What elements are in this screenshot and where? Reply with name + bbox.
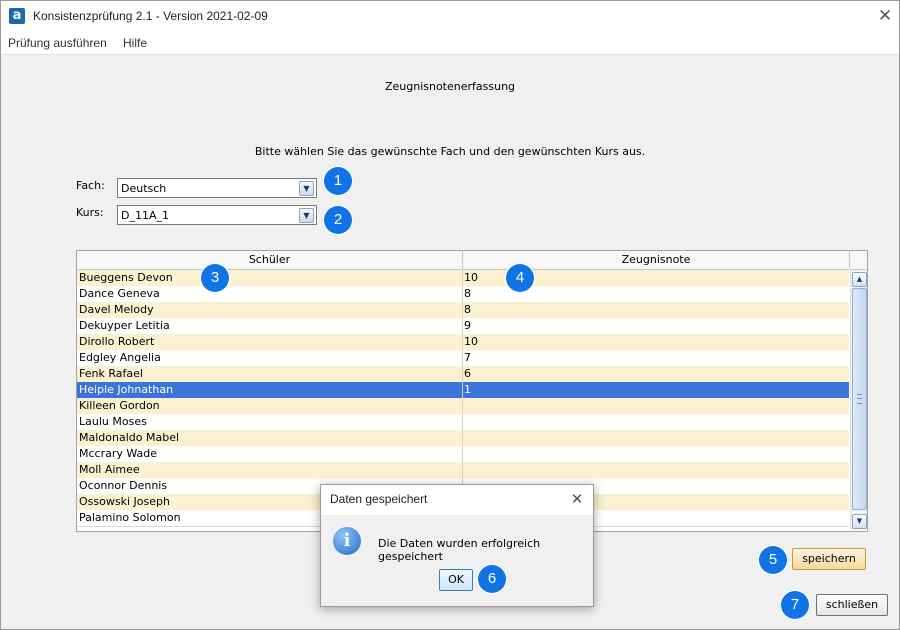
vertical-scrollbar[interactable]: ▲ ▼ <box>850 270 867 530</box>
menu-bar: Prüfung ausführen Hilfe <box>1 32 899 55</box>
save-button[interactable]: speichern <box>792 548 866 570</box>
table-row[interactable]: Bueggens Devon 10 <box>77 270 849 287</box>
table-row[interactable]: Fenk Rafael 6 <box>77 366 849 383</box>
student-name: Maldonaldo Mabel <box>79 431 180 444</box>
scroll-down-icon[interactable]: ▼ <box>852 514 867 529</box>
student-name: Palamino Solomon <box>79 511 181 524</box>
menu-pruefung-ausfuehren[interactable]: Prüfung ausführen <box>8 36 107 50</box>
student-name: Dekuyper Letitia <box>79 319 170 332</box>
grade-cell[interactable]: 10 <box>464 271 478 284</box>
dialog-close-icon[interactable]: ✕ <box>567 489 587 509</box>
app-icon: a <box>9 8 25 24</box>
column-header-schueler[interactable]: Schüler <box>77 251 462 270</box>
callout-badge-7: 7 <box>781 591 809 619</box>
grade-cell[interactable]: 8 <box>464 287 471 300</box>
grade-cell[interactable]: 9 <box>464 319 471 332</box>
callout-badge-2: 2 <box>324 206 352 234</box>
kurs-label: Kurs: <box>76 206 104 219</box>
callout-badge-3: 3 <box>201 264 229 292</box>
window-close-icon[interactable]: ✕ <box>873 4 897 28</box>
page-title: Zeugnisnotenerfassung <box>384 80 516 93</box>
instruction-text: Bitte wählen Sie das gewünschte Fach und… <box>254 145 646 158</box>
table-row[interactable]: Laulu Moses <box>77 414 849 431</box>
fach-selected-value: Deutsch <box>121 182 167 195</box>
table-row[interactable]: Davel Melody 8 <box>77 302 849 319</box>
table-row[interactable]: Dirollo Robert 10 <box>77 334 849 351</box>
fach-select[interactable]: Deutsch ▼ <box>117 178 317 198</box>
student-name: Fenk Rafael <box>79 367 143 380</box>
column-header-corner <box>850 251 867 270</box>
student-name: Moll Aimee <box>79 463 140 476</box>
student-name: Heiple Johnathan <box>79 383 174 396</box>
dialog-message: Die Daten wurden erfolgreich gespeichert <box>378 537 541 563</box>
callout-badge-1: 1 <box>324 167 352 195</box>
app-window: a Konsistenzprüfung 2.1 - Version 2021-0… <box>0 0 900 630</box>
dialog-title: Daten gespeichert <box>330 492 428 506</box>
grade-cell[interactable]: 7 <box>464 351 471 364</box>
grade-cell[interactable]: 8 <box>464 303 471 316</box>
close-button[interactable]: schließen <box>816 594 888 616</box>
table-row[interactable]: Moll Aimee <box>77 462 849 479</box>
saved-dialog: Daten gespeichert ✕ i Die Daten wurden e… <box>320 484 594 607</box>
dialog-body: i Die Daten wurden erfolgreich gespeiche… <box>321 515 593 606</box>
callout-badge-4: 4 <box>506 264 534 292</box>
student-name: Ossowski Joseph <box>79 495 170 508</box>
table-row[interactable]: Edgley Angelia 7 <box>77 350 849 367</box>
student-name: Mccrary Wade <box>79 447 158 460</box>
table-row[interactable]: Dekuyper Letitia 9 <box>77 318 849 335</box>
menu-hilfe[interactable]: Hilfe <box>123 36 147 50</box>
kurs-select[interactable]: D_11A_1 ▼ <box>117 205 317 225</box>
ok-button[interactable]: OK <box>439 569 473 591</box>
callout-badge-6: 6 <box>478 565 506 593</box>
scroll-up-icon[interactable]: ▲ <box>852 272 867 287</box>
student-name: Killeen Gordon <box>79 399 160 412</box>
student-name: Dance Geneva <box>79 287 160 300</box>
student-name: Oconnor Dennis <box>79 479 168 492</box>
student-name: Laulu Moses <box>79 415 147 428</box>
chevron-down-icon[interactable]: ▼ <box>299 208 314 223</box>
student-name: Davel Melody <box>79 303 154 316</box>
callout-badge-5: 5 <box>759 546 787 574</box>
fach-label: Fach: <box>76 179 105 192</box>
table-row[interactable]: Maldonaldo Mabel <box>77 430 849 447</box>
chevron-down-icon[interactable]: ▼ <box>299 181 314 196</box>
table-row[interactable]: Killeen Gordon <box>77 398 849 415</box>
window-title: Konsistenzprüfung 2.1 - Version 2021-02-… <box>33 9 268 23</box>
table-row[interactable]: Heiple Johnathan 1 <box>77 382 849 399</box>
student-name: Dirollo Robert <box>79 335 155 348</box>
grade-cell[interactable]: 1 <box>464 383 471 396</box>
info-icon: i <box>333 527 361 555</box>
title-bar: a Konsistenzprüfung 2.1 - Version 2021-0… <box>1 1 899 32</box>
scrollbar-thumb[interactable] <box>852 288 867 510</box>
kurs-selected-value: D_11A_1 <box>121 209 169 222</box>
table-row[interactable]: Mccrary Wade <box>77 446 849 463</box>
table-row[interactable]: Dance Geneva 8 <box>77 286 849 303</box>
grade-cell[interactable]: 6 <box>464 367 471 380</box>
student-name: Bueggens Devon <box>79 271 173 284</box>
student-name: Edgley Angelia <box>79 351 161 364</box>
grip-icon <box>857 394 862 404</box>
grade-cell[interactable]: 10 <box>464 335 478 348</box>
